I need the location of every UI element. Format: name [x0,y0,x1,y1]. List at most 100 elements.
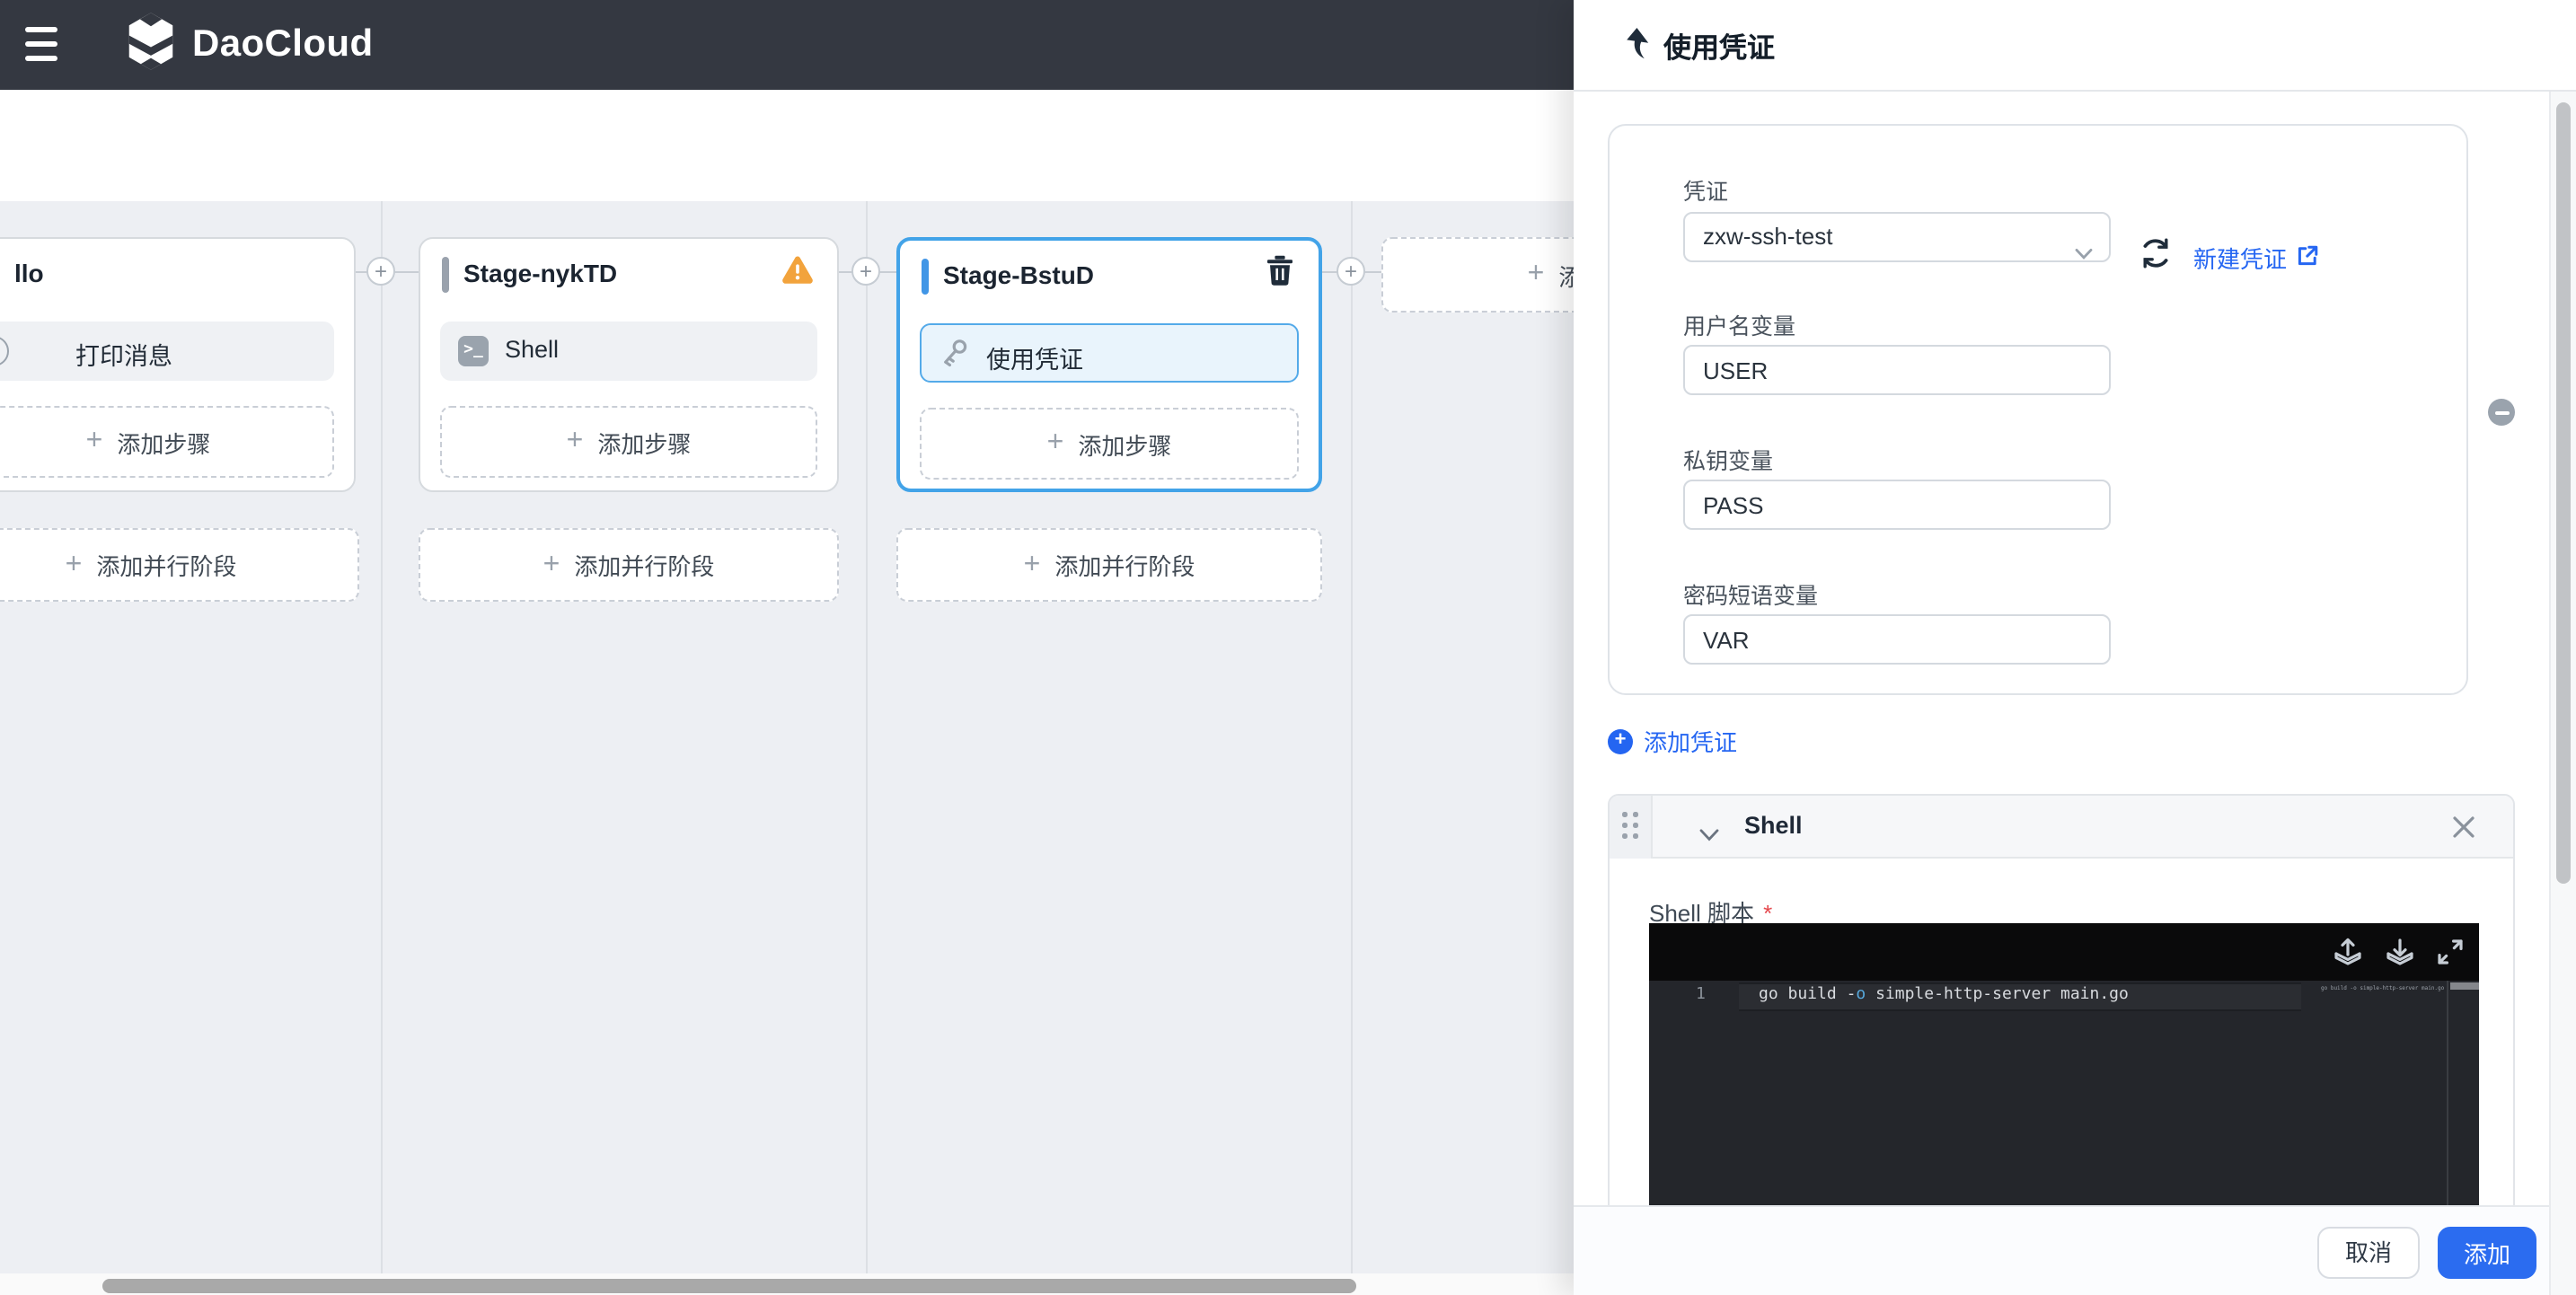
pipeline-step[interactable]: >_ Shell [440,322,817,381]
column-divider [1351,201,1353,1273]
plus-icon: + [1047,427,1064,460]
stage-card[interactable]: llo 打印消息 + 添加步骤 [0,237,356,492]
vertical-scrollbar [2549,92,2576,1295]
add-credential-link[interactable]: + 添加凭证 [1608,724,1737,758]
add-parallel-label: 添加并行阶段 [96,548,236,582]
add-parallel-label: 添加并行阶段 [574,548,714,582]
editor-toolbar [1649,923,2479,981]
stage-card[interactable]: Stage-nykTD >_ Shell + 添加步骤 [419,237,839,492]
collapse-chevron-icon[interactable] [1699,819,1719,851]
credential-select-value: zxw-ssh-test [1703,223,1832,250]
username-variable-input[interactable] [1683,345,2111,395]
add-parallel-stage-button[interactable]: + 添加并行阶段 [0,528,359,602]
username-variable-label: 用户名变量 [1683,307,1795,341]
add-step-label: 添加步骤 [597,425,691,459]
stage-name: Stage-BstuD [943,260,1094,289]
plus-icon: + [1528,259,1545,291]
shell-section-title: Shell [1744,812,1803,839]
close-icon[interactable] [2450,814,2477,841]
cancel-button[interactable]: 取消 [2317,1227,2420,1279]
add-parallel-stage-button[interactable]: + 添加并行阶段 [896,528,1322,602]
add-credential-label: 添加凭证 [1644,724,1737,758]
topbar: DaoCloud [0,0,1575,90]
private-key-variable-label: 私钥变量 [1683,442,1773,476]
insert-stage-button[interactable]: + [366,257,395,286]
warning-icon [781,255,814,295]
fullscreen-icon[interactable] [2436,938,2465,966]
line-number: 1 [1696,986,1706,1004]
add-step-label: 添加步骤 [117,425,210,459]
plus-icon: + [86,426,103,458]
panel-body: 凭证 zxw-ssh-test 新建凭证 [1574,92,2576,1205]
add-stage-button[interactable]: + 添加阶段 [1381,237,1575,313]
step-label: Shell [505,336,559,363]
credential-group: 凭证 zxw-ssh-test 新建凭证 [1608,124,2468,695]
plus-circle-icon: + [1608,728,1633,753]
add-step-button[interactable]: + 添加步骤 [920,408,1299,480]
stage-pill [922,259,929,295]
insert-stage-button[interactable]: + [851,257,880,286]
upload-icon[interactable] [2333,938,2362,966]
add-step-button[interactable]: + 添加步骤 [440,406,817,478]
key-icon [938,336,972,379]
vertical-scrollbar-thumb[interactable] [2556,102,2571,884]
horizontal-scrollbar [0,1273,1575,1295]
shell-script-editor[interactable]: 1 go build -o simple-http-server main.go… [1649,923,2479,1205]
pipeline-step[interactable]: 打印消息 [0,322,334,381]
chevron-down-icon [2075,230,2093,277]
plus-icon: + [567,426,584,458]
drag-handle[interactable] [1610,796,1653,859]
plus-icon: + [66,549,83,581]
plus-icon: + [1024,549,1041,581]
external-link-icon [2296,243,2319,272]
app: DaoCloud 编辑流水线: scm-webhook-pipeline-775… [0,0,2576,1295]
download-icon[interactable] [2386,938,2414,966]
submit-button[interactable]: 添加 [2438,1227,2536,1279]
passphrase-variable-label: 密码短语变量 [1683,577,1818,611]
brand-logo: DaoCloud [126,14,374,75]
add-step-button[interactable]: + 添加步骤 [0,406,334,478]
menu-icon[interactable] [25,25,72,65]
horizontal-scrollbar-thumb[interactable] [102,1279,1356,1293]
remove-credential-button[interactable] [2488,399,2515,426]
private-key-variable-input[interactable] [1683,480,2111,530]
insert-stage-button[interactable]: + [1337,257,1365,286]
message-icon [0,336,9,366]
trash-icon[interactable] [1266,255,1293,295]
passphrase-variable-input[interactable] [1683,614,2111,665]
pipeline-canvas: + + + llo 打印消息 + 添加步骤 + 添加并行阶段 Stage-nyk… [0,201,1575,1273]
shell-section: Shell Shell 脚本* [1608,794,2515,1205]
plus-icon: + [543,549,560,581]
shell-section-header[interactable]: Shell [1610,796,2513,859]
new-credential-label: 新建凭证 [2193,241,2287,275]
terminal-icon: >_ [458,336,489,366]
daocloud-logo-icon [126,12,176,78]
new-credential-link[interactable]: 新建凭证 [2193,241,2319,275]
stage-name: llo [14,259,44,287]
code-line[interactable]: go build -o simple-http-server main.go [1759,986,2129,1004]
column-divider [381,201,383,1273]
minimap-divider [2447,981,2448,1205]
reply-arrow-icon [1622,25,1658,61]
stage-card-selected[interactable]: Stage-BstuD [896,237,1322,492]
panel-header: 使用凭证 [1574,0,2576,92]
step-label: 打印消息 [75,336,172,372]
drag-dots-icon [1622,812,1640,842]
panel-footer: 取消 添加 [1574,1205,2576,1295]
brand-name: DaoCloud [192,23,374,66]
step-label: 使用凭证 [986,339,1083,375]
credential-select[interactable]: zxw-ssh-test [1683,212,2111,262]
minimap-viewport[interactable] [2450,982,2479,990]
pipeline-step-selected[interactable]: 使用凭证 [920,323,1299,383]
stage-pill [442,257,449,293]
add-step-label: 添加步骤 [1078,427,1171,461]
credential-label: 凭证 [1683,172,1728,207]
page-header: 编辑流水线: scm-webhook-pipeline-7752de76 [0,90,1575,201]
refresh-icon[interactable] [2139,237,2172,269]
add-parallel-stage-button[interactable]: + 添加并行阶段 [419,528,839,602]
add-parallel-label: 添加并行阶段 [1054,548,1195,582]
credential-panel: 使用凭证 凭证 zxw-ssh-test [1574,0,2576,1295]
stage-name: Stage-nykTD [463,259,617,287]
column-divider [866,201,868,1273]
panel-title: 使用凭证 [1663,27,1775,66]
